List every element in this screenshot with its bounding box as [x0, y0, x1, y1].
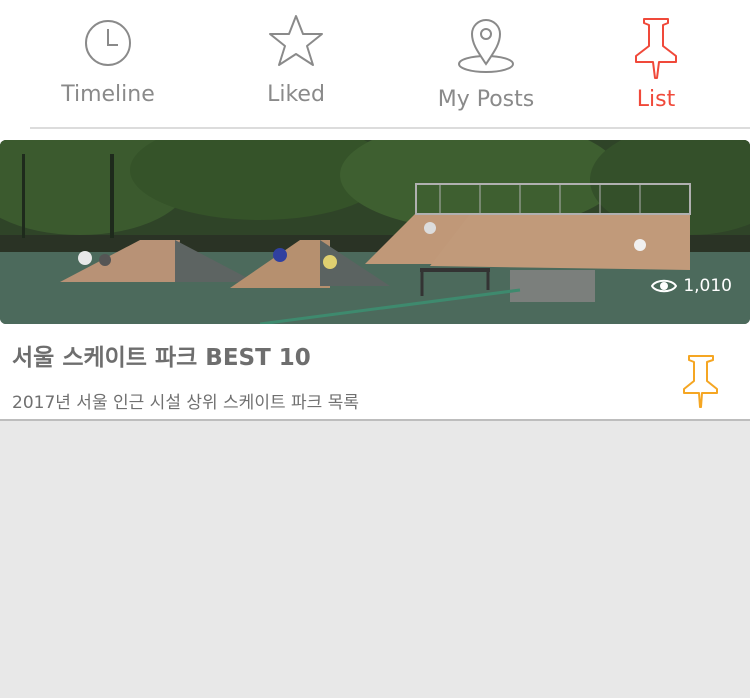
push-pin-icon[interactable]: [680, 353, 722, 409]
tab-list[interactable]: List: [576, 0, 736, 128]
list-item[interactable]: 1,010 서울 스케이트 파크 BEST 10 2017년 서울 인근 시설 …: [0, 138, 750, 421]
clock-icon: [85, 20, 131, 66]
star-icon: [269, 15, 323, 66]
tab-timeline[interactable]: Timeline: [28, 0, 188, 128]
eye-icon: [651, 279, 678, 293]
list-item-title: 서울 스케이트 파크 BEST 10: [12, 345, 311, 371]
map-pin-icon: [458, 19, 514, 73]
tab-bar: Timeline Liked My Posts List: [0, 0, 750, 138]
tab-liked[interactable]: Liked: [216, 0, 376, 128]
tab-my-posts[interactable]: My Posts: [406, 0, 566, 128]
view-count-value: 1,010: [683, 276, 732, 296]
tab-my-posts-label: My Posts: [437, 87, 535, 112]
list-item-subtitle: 2017년 서울 인근 시설 상위 스케이트 파크 목록: [12, 393, 359, 413]
tab-divider: [30, 127, 750, 129]
tab-liked-label: Liked: [267, 82, 325, 107]
tab-timeline-label: Timeline: [61, 82, 155, 107]
tab-list-label: List: [636, 87, 676, 112]
push-pin-icon: [635, 18, 677, 79]
list-item-divider: [0, 419, 750, 421]
skate-park-photo: [0, 140, 750, 324]
view-count: 1,010: [651, 276, 732, 296]
